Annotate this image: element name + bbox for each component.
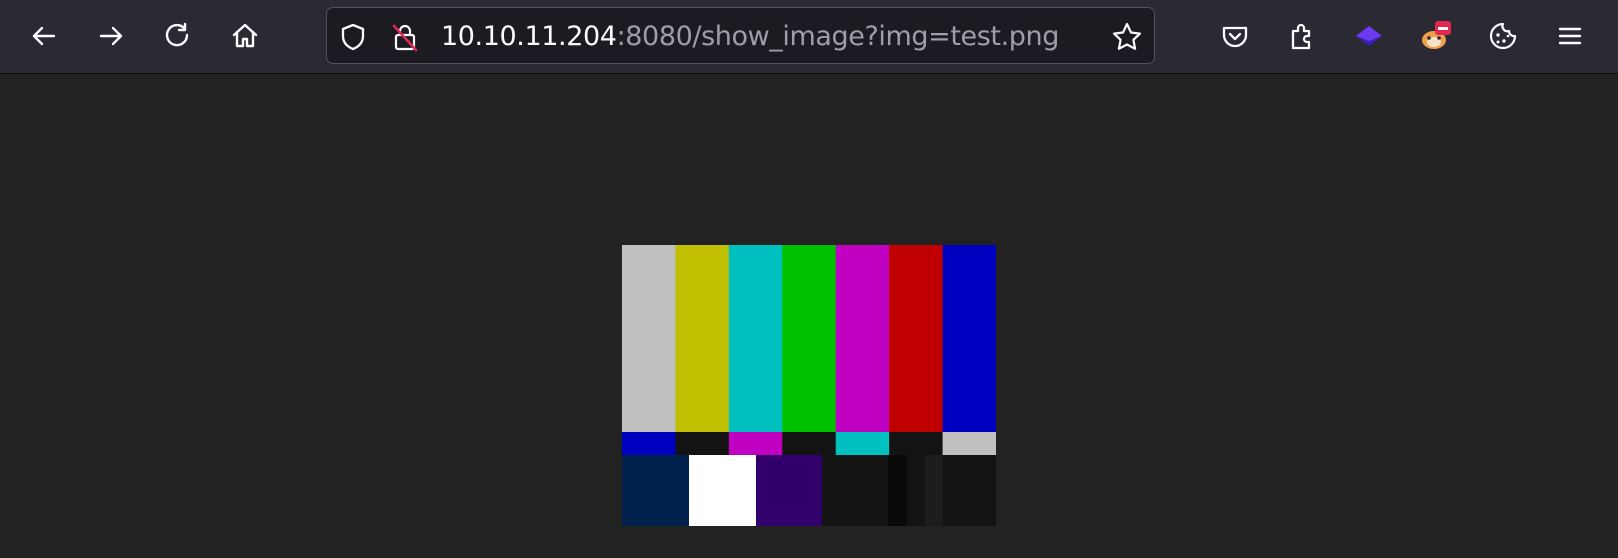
middle-color-bar xyxy=(622,432,676,455)
middle-color-bar xyxy=(889,432,944,455)
app-menu-button[interactable] xyxy=(1548,14,1592,58)
bottom-color-bar xyxy=(925,455,944,526)
top-color-bar xyxy=(728,245,783,432)
pocket-icon xyxy=(1222,26,1248,48)
test-pattern-image xyxy=(622,245,997,526)
bottom-color-bar xyxy=(888,455,908,526)
bottom-color-bar xyxy=(822,455,889,526)
star-icon[interactable] xyxy=(1111,21,1143,57)
foxyproxy-icon xyxy=(1422,21,1451,49)
back-button[interactable] xyxy=(22,14,66,58)
url-host: 10.10.11.204 xyxy=(441,21,617,52)
layers-extension-button[interactable] xyxy=(1347,14,1391,58)
url-path: :8080/show_image?img=test.png xyxy=(616,21,1060,52)
foxyproxy-button[interactable] xyxy=(1414,14,1458,58)
middle-color-bar xyxy=(835,432,890,455)
extensions-button[interactable] xyxy=(1280,14,1324,58)
forward-button[interactable] xyxy=(89,14,133,58)
home-button[interactable] xyxy=(223,14,267,58)
middle-color-bar xyxy=(675,432,730,455)
bottom-color-bar xyxy=(689,455,757,526)
bottom-color-bar xyxy=(622,455,690,526)
cookie-button[interactable] xyxy=(1481,14,1525,58)
top-color-bar xyxy=(675,245,730,432)
top-color-bar xyxy=(889,245,944,432)
bottom-color-bar xyxy=(756,455,823,526)
top-color-bar xyxy=(622,245,676,432)
reload-button[interactable] xyxy=(156,14,200,58)
bottom-color-bar xyxy=(907,455,926,526)
top-color-bar xyxy=(942,245,997,432)
hamburger-menu-icon xyxy=(1558,27,1582,45)
shield-icon[interactable] xyxy=(339,22,367,56)
layers-extension-icon xyxy=(1356,26,1382,46)
page-viewport xyxy=(0,74,1618,558)
color-bars-graphic xyxy=(622,245,997,526)
insecure-lock-icon[interactable] xyxy=(391,22,419,56)
pocket-button[interactable] xyxy=(1213,14,1257,58)
arrow-right-icon xyxy=(99,26,123,46)
bottom-color-bar xyxy=(943,455,997,526)
middle-color-bar xyxy=(942,432,997,455)
top-color-bar xyxy=(835,245,890,432)
arrow-left-icon xyxy=(32,26,56,46)
top-color-bar xyxy=(782,245,837,432)
middle-color-bar xyxy=(782,432,837,455)
extensions-icon xyxy=(1291,23,1311,50)
middle-color-bar xyxy=(728,432,783,455)
reload-icon xyxy=(165,22,189,47)
cookie-icon xyxy=(1489,22,1517,50)
url-bar[interactable]: 10.10.11.204:8080/show_image?img=test.pn… xyxy=(326,7,1155,64)
url-text[interactable]: 10.10.11.204:8080/show_image?img=test.pn… xyxy=(441,8,1059,65)
browser-toolbar: 10.10.11.204:8080/show_image?img=test.pn… xyxy=(0,0,1618,74)
home-icon xyxy=(232,23,258,48)
